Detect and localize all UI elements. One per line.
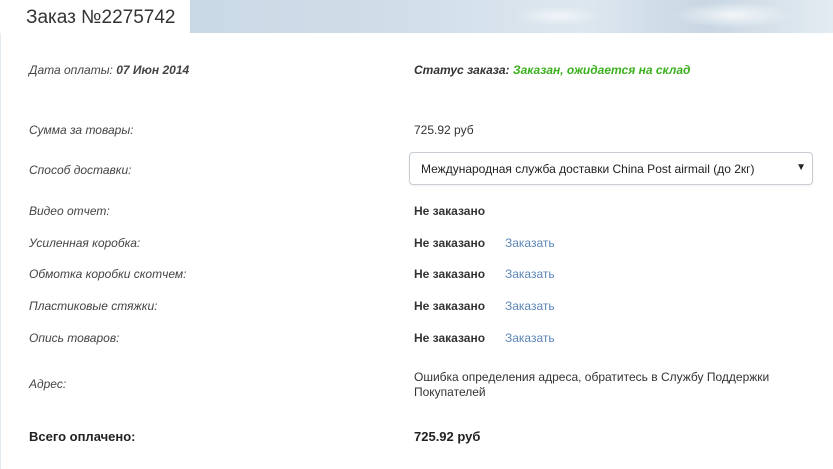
total-paid-label: Всего оплачено: [29, 429, 136, 444]
order-inventory-link[interactable]: Заказать [505, 331, 555, 345]
service-label-video: Видео отчет: [29, 204, 110, 218]
order-details [0, 33, 833, 469]
service-status-inventory: Не заказано [414, 331, 486, 345]
service-label-tape: Обмотка коробки скотчем: [29, 267, 187, 281]
address-label: Адрес: [29, 377, 67, 391]
goods-sum-label: Сумма за товары: [29, 123, 134, 137]
order-status-label: Статус заказа: [414, 63, 510, 77]
service-label-box: Усиленная коробка: [29, 236, 141, 250]
banner-decoration [673, 2, 793, 28]
delivery-select-value: Международная служба доставки China Post… [421, 162, 755, 176]
service-status-video: Не заказано [414, 204, 486, 218]
order-ties-link[interactable]: Заказать [505, 299, 555, 313]
service-status-box: Не заказано [414, 236, 486, 250]
order-tab: Заказ №2275742 [0, 0, 190, 35]
page-title: Заказ №2275742 [26, 7, 176, 28]
payment-date-value: 07 Июн 2014 [116, 63, 190, 77]
order-status-value: Заказан, ожидается на склад [512, 63, 691, 77]
service-label-inventory: Опись товаров: [29, 331, 120, 345]
banner-decoration [513, 6, 603, 26]
order-status-row: Статус заказа: Заказан, ожидается на скл… [414, 63, 690, 77]
payment-date-row: Дата оплаты: 07 Июн 2014 [29, 63, 189, 77]
payment-date-label: Дата оплаты: [29, 63, 113, 77]
address-value: Ошибка определения адреса, обратитесь в … [414, 370, 770, 399]
order-box-link[interactable]: Заказать [505, 236, 555, 250]
chevron-down-icon: ▼ [796, 162, 806, 173]
goods-sum-value: 725.92 руб [414, 123, 474, 137]
delivery-select[interactable]: Международная служба доставки China Post… [409, 152, 813, 185]
order-tape-link[interactable]: Заказать [505, 267, 555, 281]
service-status-ties: Не заказано [414, 299, 486, 313]
service-status-tape: Не заказано [414, 267, 486, 281]
delivery-label: Способ доставки: [29, 163, 132, 177]
total-paid-value: 725.92 руб [414, 429, 481, 444]
service-label-ties: Пластиковые стяжки: [29, 299, 158, 313]
